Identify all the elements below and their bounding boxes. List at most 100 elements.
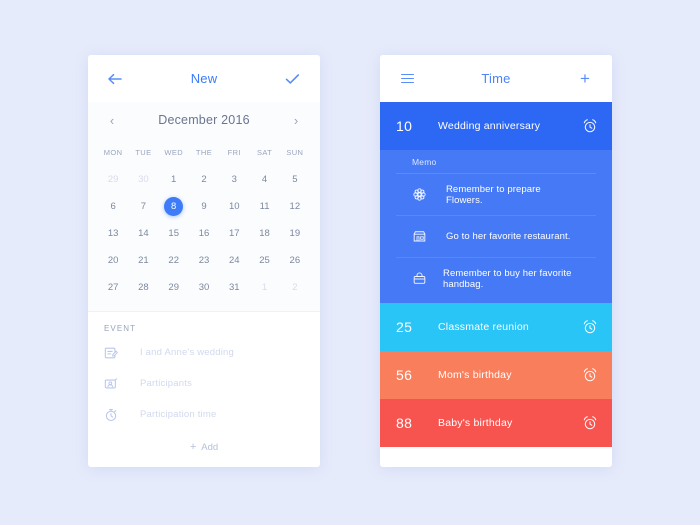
page-title: New bbox=[190, 71, 218, 86]
event-name: Classmate reunion bbox=[438, 321, 529, 333]
calendar-day[interactable]: 6 bbox=[98, 193, 128, 220]
event-name: Baby's birthday bbox=[438, 417, 513, 429]
calendar-day[interactable]: 29 bbox=[159, 274, 189, 301]
calendar-day[interactable]: 2 bbox=[189, 166, 219, 193]
flower-icon bbox=[412, 187, 430, 202]
alarm-clock-icon[interactable] bbox=[582, 415, 598, 431]
calendar-day[interactable]: 4 bbox=[249, 166, 279, 193]
event-day-number: 56 bbox=[396, 367, 413, 383]
event-section-title: EVENT bbox=[104, 324, 137, 333]
calendar-week-row: 13 14 15 16 17 18 19 bbox=[98, 220, 310, 247]
calendar-day[interactable]: 27 bbox=[98, 274, 128, 301]
weekday-label: FRI bbox=[227, 148, 241, 157]
event-row[interactable]: 56 Mom's birthday bbox=[380, 351, 612, 399]
calendar-grid: MON TUE WED THE FRI SAT SUN 29 30 1 2 3 … bbox=[88, 138, 320, 311]
alarm-clock-icon[interactable] bbox=[582, 319, 598, 335]
time-list-card: Time + 10 Wedding anniversary Memo Remem… bbox=[380, 55, 612, 467]
calendar-week-row: 29 30 1 2 3 4 5 bbox=[98, 166, 310, 193]
left-appbar: New bbox=[88, 55, 320, 102]
month-label: December 2016 bbox=[158, 113, 250, 127]
calendar-week-row: 27 28 29 30 31 1 2 bbox=[98, 274, 310, 301]
calendar-day[interactable]: 10 bbox=[219, 193, 249, 220]
list-empty-area bbox=[380, 447, 612, 467]
weekday-label: TUE bbox=[135, 148, 152, 157]
calendar-day[interactable]: 18 bbox=[249, 220, 279, 247]
calendar-day[interactable]: 29 bbox=[98, 166, 128, 193]
chevron-left-icon[interactable]: ‹ bbox=[105, 114, 119, 127]
handbag-icon bbox=[412, 271, 427, 286]
event-name: Mom's birthday bbox=[438, 369, 512, 381]
hamburger-menu-icon[interactable] bbox=[396, 68, 418, 90]
add-event-button[interactable]: + Add bbox=[88, 432, 320, 462]
calendar-day[interactable]: 7 bbox=[128, 193, 158, 220]
calendar-day[interactable]: 9 bbox=[189, 193, 219, 220]
chevron-right-icon[interactable]: › bbox=[289, 114, 303, 127]
restaurant-icon bbox=[412, 229, 430, 244]
event-day-number: 25 bbox=[396, 319, 413, 335]
new-event-card: New ‹ December 2016 › MON TUE WED THE FR… bbox=[88, 55, 320, 467]
calendar-day[interactable]: 24 bbox=[219, 247, 249, 274]
calendar-day[interactable]: 12 bbox=[280, 193, 310, 220]
right-page-title: Time bbox=[481, 71, 511, 86]
event-day-number: 88 bbox=[396, 415, 413, 431]
arrow-left-icon[interactable] bbox=[104, 68, 126, 90]
calendar-day[interactable]: 2 bbox=[280, 274, 310, 301]
plus-icon: + bbox=[189, 440, 197, 453]
memo-item-text: Go to her favorite restaurant. bbox=[446, 231, 571, 242]
calendar-day[interactable]: 26 bbox=[280, 247, 310, 274]
event-field-title-value: I and Anne's wedding bbox=[140, 347, 235, 358]
calendar-day[interactable]: 5 bbox=[280, 166, 310, 193]
memo-item[interactable]: Remember to buy her favorite handbag. bbox=[396, 258, 596, 299]
calendar-day[interactable]: 28 bbox=[128, 274, 158, 301]
calendar-week-row: 6 7 8 9 10 11 12 bbox=[98, 193, 310, 220]
weekday-label: SUN bbox=[286, 148, 304, 157]
calendar-day[interactable]: 13 bbox=[98, 220, 128, 247]
calendar-day[interactable]: 20 bbox=[98, 247, 128, 274]
calendar-day[interactable]: 22 bbox=[159, 247, 189, 274]
month-navigation: ‹ December 2016 › bbox=[88, 102, 320, 138]
calendar-day[interactable]: 23 bbox=[189, 247, 219, 274]
calendar-day[interactable]: 21 bbox=[128, 247, 158, 274]
event-day-number: 10 bbox=[396, 118, 413, 134]
calendar-day[interactable]: 25 bbox=[249, 247, 279, 274]
calendar-day[interactable]: 11 bbox=[249, 193, 279, 220]
calendar-day[interactable]: 3 bbox=[219, 166, 249, 193]
event-section: EVENT I and Anne's wedding Participants … bbox=[88, 311, 320, 462]
calendar-day[interactable]: 15 bbox=[159, 220, 189, 247]
calendar-week-row: 20 21 22 23 24 25 26 bbox=[98, 247, 310, 274]
memo-item-text: Remember to buy her favorite handbag. bbox=[443, 267, 572, 290]
calendar-day[interactable]: 30 bbox=[128, 166, 158, 193]
weekday-label: MON bbox=[103, 148, 123, 157]
weekday-label: THE bbox=[195, 148, 213, 157]
memo-item[interactable]: Remember to prepare Flowers. bbox=[396, 174, 596, 216]
calendar-day[interactable]: 30 bbox=[189, 274, 219, 301]
calendar-day[interactable]: 1 bbox=[249, 274, 279, 301]
plus-icon[interactable]: + bbox=[574, 68, 596, 90]
calendar-day[interactable]: 16 bbox=[189, 220, 219, 247]
calendar-day[interactable]: 17 bbox=[219, 220, 249, 247]
event-field-time[interactable]: Participation time bbox=[88, 399, 320, 430]
stopwatch-icon bbox=[104, 408, 126, 422]
alarm-clock-icon[interactable] bbox=[582, 118, 598, 134]
memo-label: Memo bbox=[396, 150, 596, 174]
calendar-day[interactable]: 1 bbox=[159, 166, 189, 193]
right-appbar: Time + bbox=[380, 55, 612, 102]
event-field-title[interactable]: I and Anne's wedding bbox=[88, 337, 320, 368]
alarm-clock-icon[interactable] bbox=[582, 367, 598, 383]
contact-card-icon bbox=[104, 377, 126, 391]
calendar-day[interactable]: 31 bbox=[219, 274, 249, 301]
event-name: Wedding anniversary bbox=[438, 120, 541, 132]
edit-note-icon bbox=[104, 346, 126, 360]
event-field-time-value: Participation time bbox=[140, 409, 217, 420]
add-event-label: Add bbox=[201, 441, 219, 453]
event-row[interactable]: 88 Baby's birthday bbox=[380, 399, 612, 447]
event-row[interactable]: 25 Classmate reunion bbox=[380, 303, 612, 351]
weekday-label: WED bbox=[164, 148, 184, 157]
calendar-day[interactable]: 19 bbox=[280, 220, 310, 247]
event-row-featured[interactable]: 10 Wedding anniversary bbox=[380, 102, 612, 150]
event-field-participants[interactable]: Participants bbox=[88, 368, 320, 399]
memo-item[interactable]: Go to her favorite restaurant. bbox=[396, 216, 596, 258]
calendar-day[interactable]: 14 bbox=[128, 220, 158, 247]
check-icon[interactable] bbox=[282, 68, 304, 90]
calendar-day-selected[interactable]: 8 bbox=[159, 193, 189, 220]
